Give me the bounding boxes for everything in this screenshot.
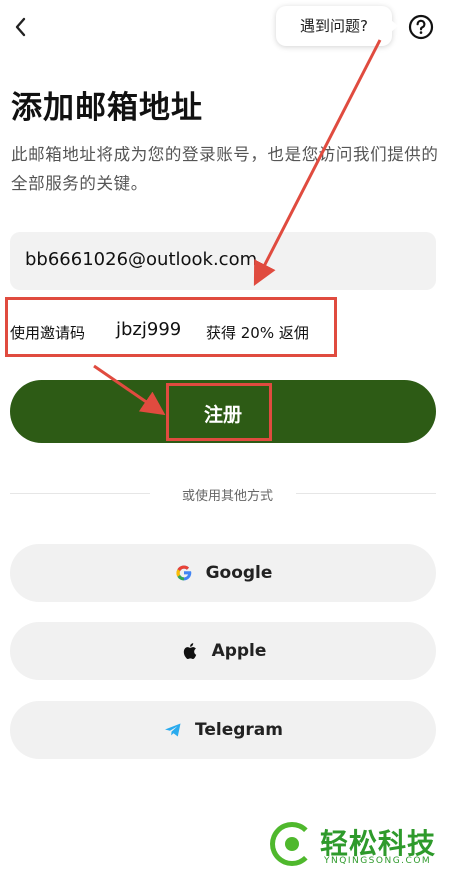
register-button-label: 注册 <box>203 404 242 426</box>
email-value: bb6661026@outlook.com <box>25 249 258 270</box>
question-circle-icon[interactable] <box>408 14 434 40</box>
google-label: Google <box>205 563 273 583</box>
google-login-button[interactable]: Google <box>10 544 436 602</box>
divider-text: 或使用其他方式 <box>181 489 273 504</box>
rebate-text: 获得 20% 返佣 <box>206 324 309 342</box>
watermark-domain: YNQINGSONG.COM <box>324 856 432 866</box>
chevron-left-icon <box>15 17 26 37</box>
help-bubble[interactable]: 遇到问题? <box>276 6 398 46</box>
invite-code-value: jbzj999 <box>116 319 182 340</box>
back-button[interactable] <box>8 12 34 42</box>
invite-code-row[interactable]: 使用邀请码 jbzj999 获得 20% 返佣 <box>10 314 340 350</box>
invite-code-label: 使用邀请码 <box>10 324 86 342</box>
watermark-logo: 轻松科技 YNQINGSONG.COM <box>270 822 455 866</box>
register-button[interactable]: 注册 <box>10 380 436 443</box>
telegram-label: Telegram <box>195 720 283 740</box>
page-description: 此邮箱地址将成为您的登录账号，也是您访问我们提供的全部服务的关键。 <box>11 145 439 193</box>
watermark-dot-icon <box>285 837 299 851</box>
page-title: 添加邮箱地址 <box>11 90 203 126</box>
telegram-login-button[interactable]: Telegram <box>10 701 436 759</box>
telegram-icon <box>165 723 181 737</box>
apple-login-button[interactable]: Apple <box>10 622 436 680</box>
apple-label: Apple <box>211 641 267 661</box>
google-icon <box>176 565 191 581</box>
email-field[interactable]: bb6661026@outlook.com <box>10 232 436 290</box>
apple-icon <box>183 643 196 659</box>
